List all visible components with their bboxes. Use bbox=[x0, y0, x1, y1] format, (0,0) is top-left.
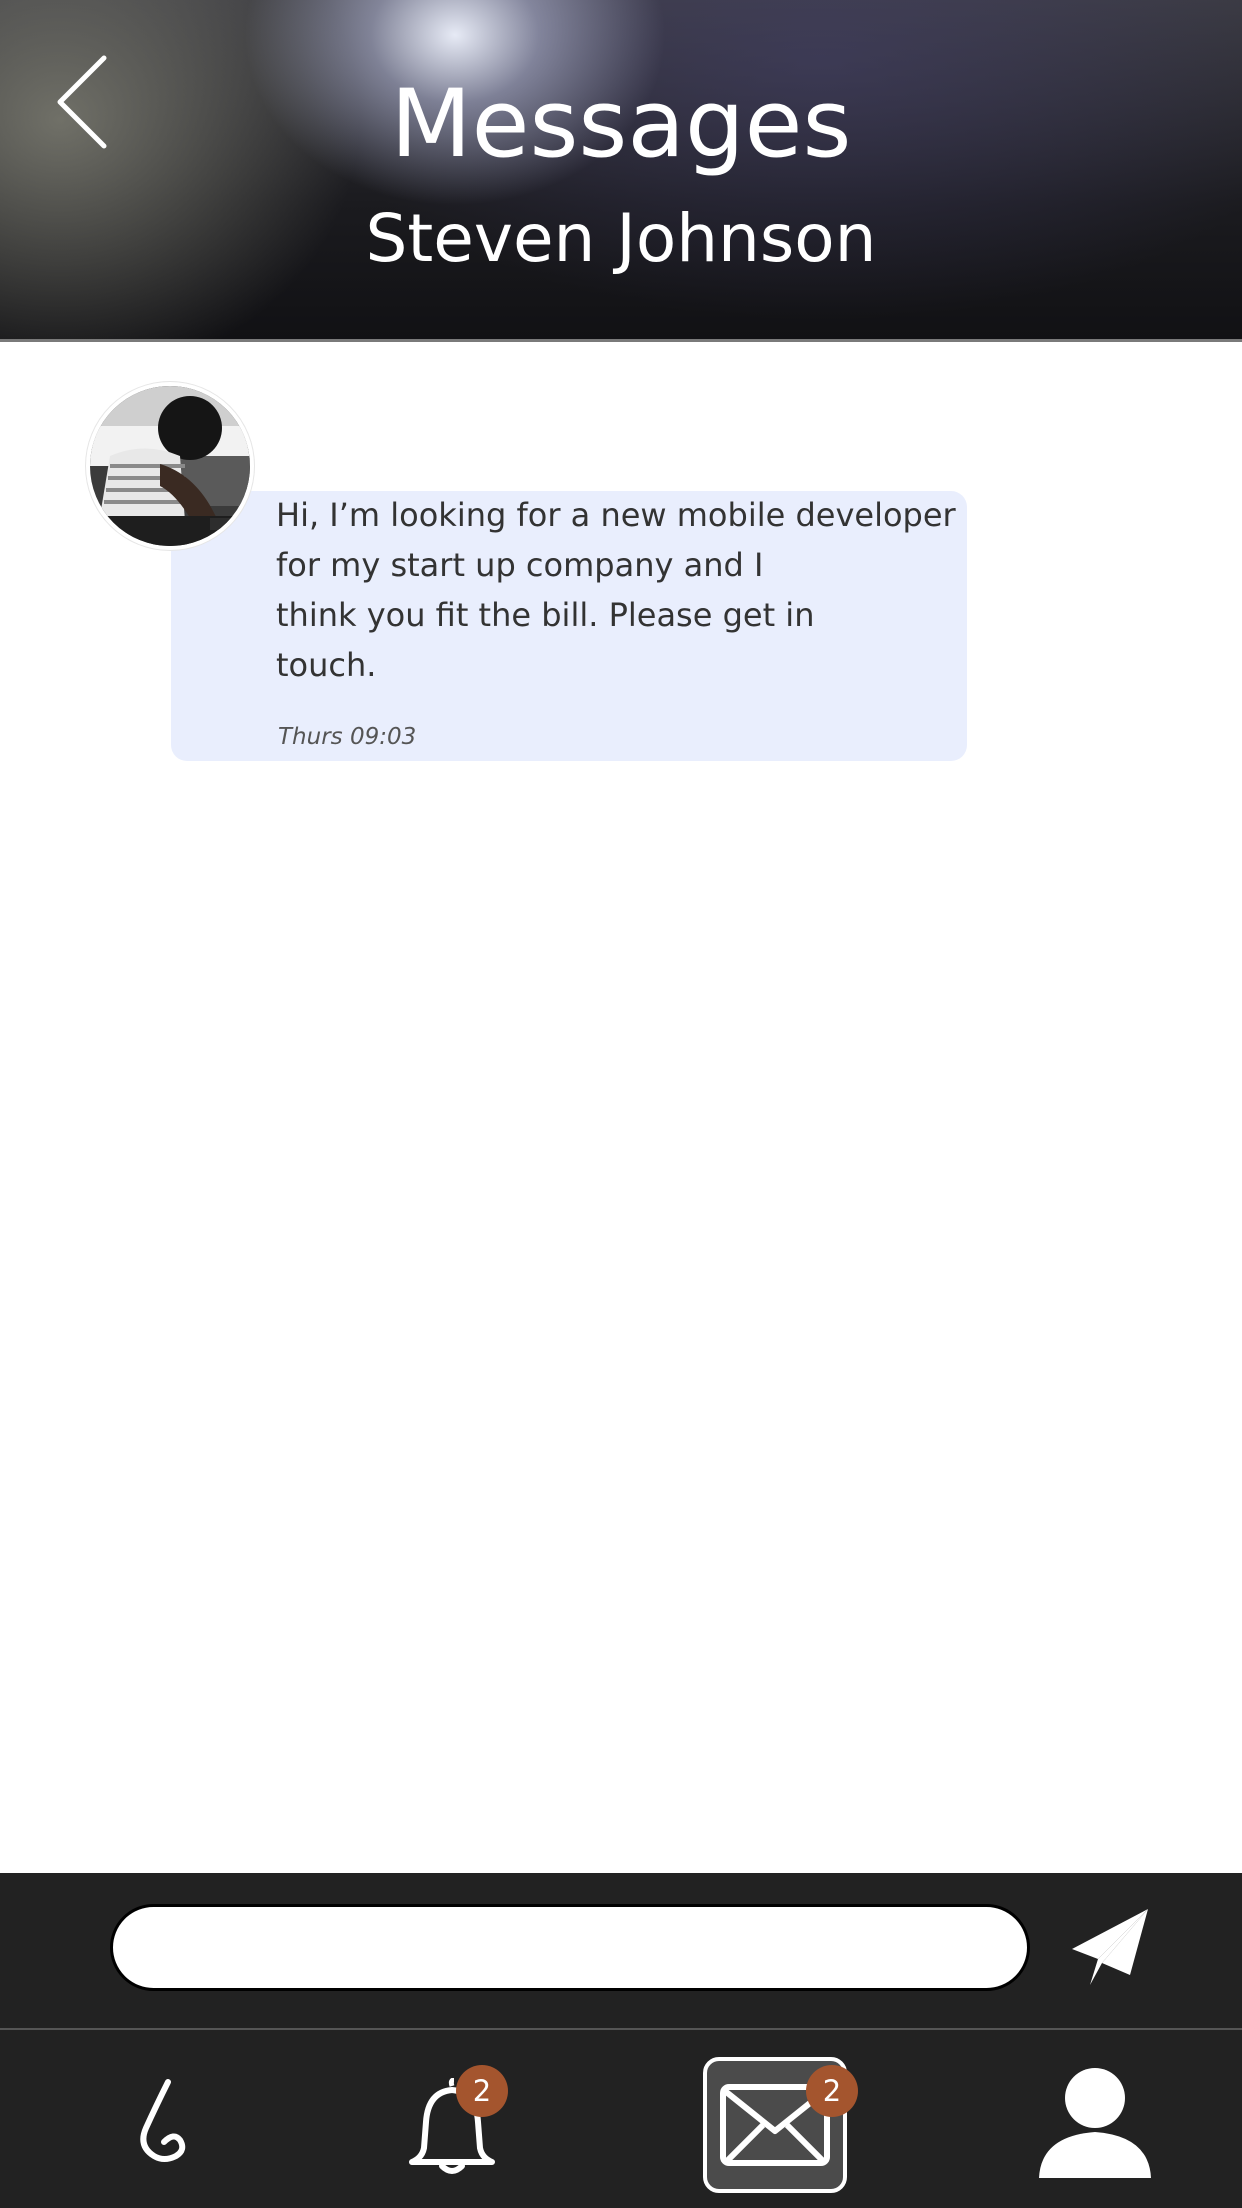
page-title: Messages bbox=[390, 70, 852, 179]
message-timestamp: Thurs 09:03 bbox=[278, 724, 417, 750]
message-line: Hi, I’m looking for a new mobile develop… bbox=[276, 496, 956, 534]
user-icon bbox=[1039, 2068, 1151, 2178]
message-line: think you fit the bill. Please get in bbox=[276, 596, 815, 634]
avatar[interactable] bbox=[86, 382, 254, 550]
bottom-nav: 2 2 bbox=[0, 2030, 1242, 2208]
send-button[interactable] bbox=[1068, 1905, 1152, 1989]
paper-plane-icon bbox=[1072, 1909, 1148, 1985]
composer-bar bbox=[0, 1873, 1242, 2030]
nav-item-nose[interactable] bbox=[100, 2030, 220, 2208]
contact-name: Steven Johnson bbox=[365, 200, 877, 277]
header: Messages Steven Johnson bbox=[0, 0, 1242, 342]
nav-item-messages[interactable]: 2 bbox=[703, 2057, 858, 2193]
message-input[interactable] bbox=[110, 1904, 1030, 1991]
message-line: for my start up company and I bbox=[276, 546, 764, 584]
notification-count-badge: 2 bbox=[456, 2065, 508, 2117]
message-text: Hi, I’m looking for a new mobile develop… bbox=[276, 490, 966, 690]
nav-item-profile[interactable] bbox=[1030, 2030, 1160, 2208]
nose-icon bbox=[140, 2079, 186, 2162]
avatar-photo bbox=[90, 386, 250, 546]
nav-item-notifications[interactable]: 2 bbox=[390, 2030, 520, 2208]
message-line: touch. bbox=[276, 646, 377, 684]
message-count-badge: 2 bbox=[806, 2065, 858, 2117]
